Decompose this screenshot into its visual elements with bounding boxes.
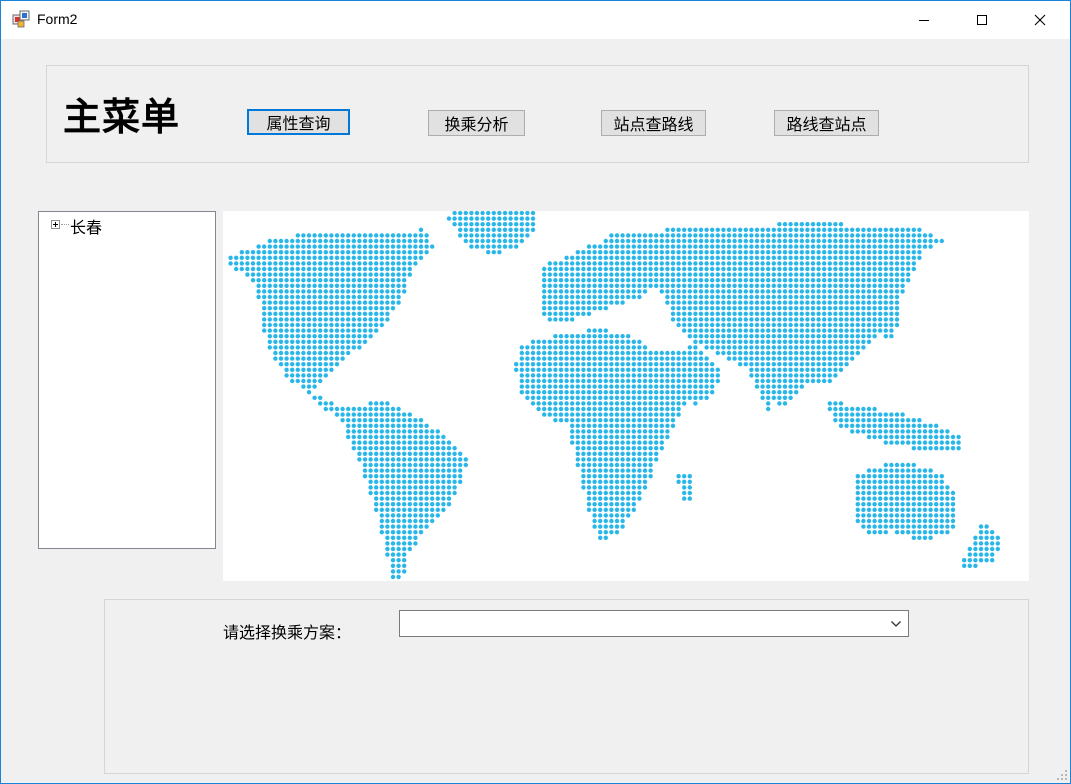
transfer-plan-label: 请选择换乘方案： xyxy=(223,623,352,642)
world-map-picture xyxy=(223,211,1029,581)
form-app-icon xyxy=(12,10,30,28)
minimize-icon xyxy=(919,20,929,21)
resize-grip-icon[interactable] xyxy=(1056,769,1068,781)
form2-window: Form2 主菜单 属性查询 换乘分析 站点查路线 路线查站点 长春 请选择换乘… xyxy=(0,0,1071,784)
minimize-button[interactable] xyxy=(895,1,953,39)
title-bar[interactable]: Form2 xyxy=(1,1,1070,39)
route-to-station-button[interactable]: 路线查站点 xyxy=(774,110,879,136)
tree-node-changchun[interactable]: 长春 xyxy=(70,214,102,238)
dotted-world-map xyxy=(228,211,1000,580)
window-title: Form2 xyxy=(37,11,78,27)
main-menu-title: 主菜单 xyxy=(63,94,181,139)
maximize-icon xyxy=(977,15,987,25)
transfer-analysis-button[interactable]: 换乘分析 xyxy=(428,110,525,136)
chevron-down-icon[interactable] xyxy=(890,619,902,629)
close-button[interactable] xyxy=(1011,1,1069,39)
transfer-plan-combobox[interactable] xyxy=(399,610,909,637)
city-tree-view[interactable]: 长春 xyxy=(38,211,216,549)
attribute-query-button[interactable]: 属性查询 xyxy=(247,109,350,135)
tree-plus-icon[interactable] xyxy=(51,220,60,229)
menu-groupbox xyxy=(46,65,1029,163)
close-icon xyxy=(1034,14,1046,26)
station-to-route-button[interactable]: 站点查路线 xyxy=(601,110,706,136)
maximize-button[interactable] xyxy=(953,1,1011,39)
tree-connector-line xyxy=(61,224,69,225)
